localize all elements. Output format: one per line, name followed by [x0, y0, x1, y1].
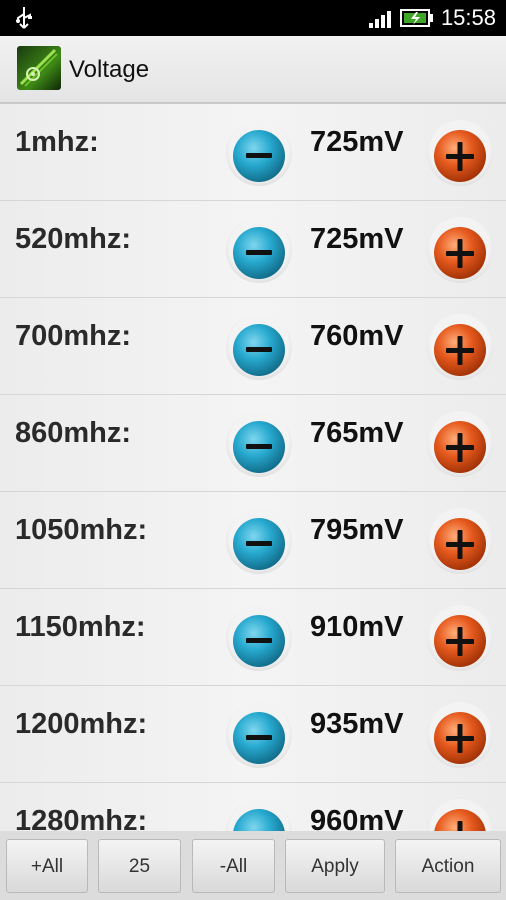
frequency-label: 1050mhz: [15, 514, 148, 546]
plus-icon [434, 227, 486, 279]
increase-button[interactable] [427, 508, 493, 574]
minus-all-button[interactable]: -All [192, 839, 275, 893]
frequency-label: 700mhz: [15, 320, 132, 352]
minus-icon [233, 130, 285, 182]
plus-icon [434, 324, 486, 376]
increase-button[interactable] [427, 314, 493, 380]
minus-icon [233, 227, 285, 279]
list-item: 1150mhz: 910mV [0, 589, 506, 686]
bottom-toolbar: +All 25 -All Apply Action [0, 831, 506, 900]
plus-icon [434, 809, 486, 831]
voltage-value: 795mV [310, 514, 404, 546]
list-item: 860mhz: 765mV [0, 395, 506, 492]
minus-icon [233, 421, 285, 473]
list-item: 1050mhz: 795mV [0, 492, 506, 589]
voltage-value: 765mV [310, 417, 404, 449]
apply-button[interactable]: Apply [285, 839, 385, 893]
increase-button[interactable] [427, 799, 493, 831]
minus-icon [233, 615, 285, 667]
signal-icon [369, 11, 391, 28]
increase-button[interactable] [427, 217, 493, 283]
decrease-button[interactable] [226, 702, 292, 768]
decrease-button[interactable] [226, 799, 292, 831]
frequency-label: 860mhz: [15, 417, 132, 449]
app-icon[interactable] [17, 46, 61, 90]
list-item: 1mhz: 725mV [0, 104, 506, 201]
list-item: 1200mhz: 935mV [0, 686, 506, 783]
page-title: Voltage [69, 56, 150, 83]
increase-button[interactable] [427, 120, 493, 186]
plus-icon [434, 130, 486, 182]
list-item: 700mhz: 760mV [0, 298, 506, 395]
decrease-button[interactable] [226, 508, 292, 574]
voltage-value: 960mV [310, 805, 404, 831]
frequency-label: 520mhz: [15, 223, 132, 255]
decrease-button[interactable] [226, 217, 292, 283]
battery-charging-icon [400, 9, 433, 27]
plus-icon [434, 615, 486, 667]
minus-icon [233, 324, 285, 376]
minus-icon [233, 809, 285, 831]
voltage-value: 935mV [310, 708, 404, 740]
usb-icon [16, 7, 32, 29]
minus-icon [233, 518, 285, 570]
frequency-label: 1200mhz: [15, 708, 148, 740]
voltage-value: 910mV [310, 611, 404, 643]
plus-all-button[interactable]: +All [6, 839, 88, 893]
decrease-button[interactable] [226, 411, 292, 477]
decrease-button[interactable] [226, 314, 292, 380]
voltage-list: 1mhz: 725mV 520mhz: 725mV 700mhz: 760mV … [0, 104, 506, 831]
voltage-value: 725mV [310, 223, 404, 255]
frequency-label: 1280mhz: [15, 805, 148, 831]
plus-icon [434, 518, 486, 570]
increase-button[interactable] [427, 702, 493, 768]
increase-button[interactable] [427, 411, 493, 477]
increase-button[interactable] [427, 605, 493, 671]
frequency-label: 1mhz: [15, 126, 99, 158]
plus-icon [434, 712, 486, 764]
status-bar: 15:58 [0, 0, 506, 36]
list-item: 520mhz: 725mV [0, 201, 506, 298]
decrease-button[interactable] [226, 605, 292, 671]
frequency-label: 1150mhz: [15, 611, 146, 643]
clock: 15:58 [440, 5, 496, 30]
plus-icon [434, 421, 486, 473]
list-item: 1280mhz: 960mV [0, 783, 506, 831]
minus-icon [233, 712, 285, 764]
action-bar: Voltage [0, 36, 506, 104]
step-size-button[interactable]: 25 [98, 839, 181, 893]
voltage-value: 725mV [310, 126, 404, 158]
voltage-value: 760mV [310, 320, 404, 352]
action-button[interactable]: Action [395, 839, 501, 893]
decrease-button[interactable] [226, 120, 292, 186]
